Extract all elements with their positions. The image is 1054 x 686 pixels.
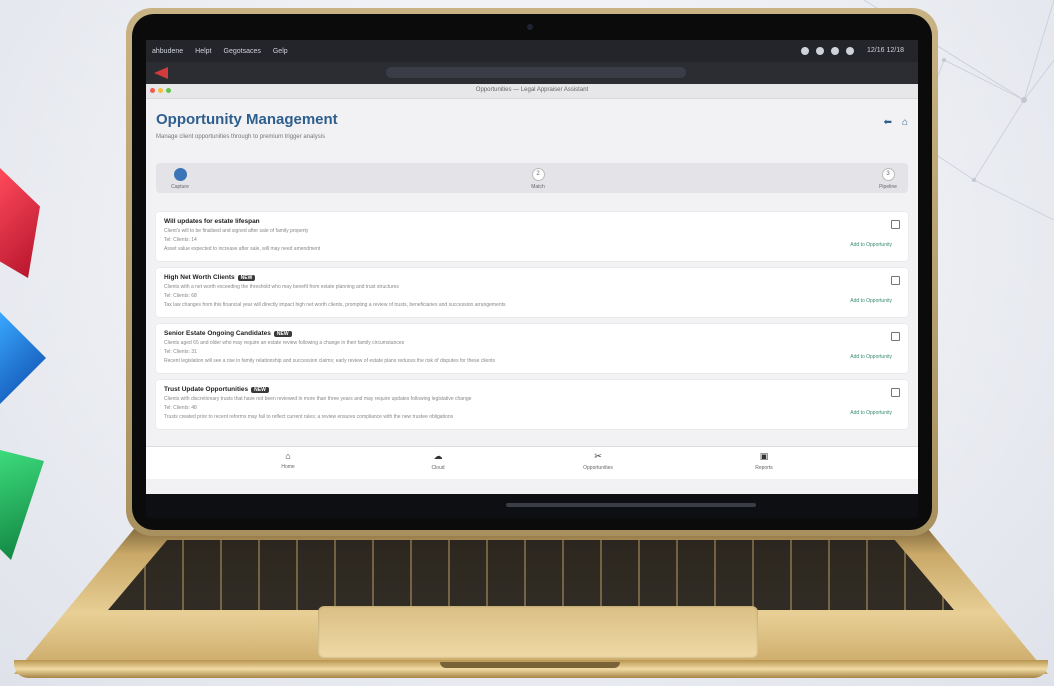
os-taskbar bbox=[146, 494, 918, 518]
step-pipeline[interactable]: 3 Pipeline bbox=[868, 168, 908, 190]
browser-toolbar bbox=[146, 62, 918, 84]
card-title: Senior Estate Ongoing Candidates bbox=[164, 330, 271, 337]
cloud-icon: ☁ bbox=[433, 451, 443, 461]
opportunity-card[interactable]: Will updates for estate lifespan Client'… bbox=[156, 212, 908, 261]
card-checkbox[interactable] bbox=[891, 332, 900, 341]
nav-opportunities[interactable]: ✂ Opportunities bbox=[568, 451, 628, 471]
step-indicator: 2 bbox=[531, 168, 545, 181]
volume-icon[interactable] bbox=[831, 47, 840, 55]
add-to-opportunity-link[interactable]: Add to Opportunity bbox=[850, 242, 892, 248]
taskbar-items[interactable] bbox=[506, 503, 756, 507]
nav-label: Opportunities bbox=[583, 465, 613, 471]
nav-home[interactable]: ⌂ Home bbox=[258, 451, 318, 470]
menu-item[interactable]: Gegotsaces bbox=[218, 48, 267, 55]
card-title: Trust Update Opportunities bbox=[164, 386, 249, 393]
new-badge: NEW bbox=[251, 386, 269, 393]
card-checkbox[interactable] bbox=[891, 220, 900, 229]
laptop-keyboard bbox=[108, 540, 954, 610]
window-title: Opportunities — Legal Appraiser Assistan… bbox=[475, 87, 589, 93]
address-bar[interactable] bbox=[386, 67, 686, 78]
page-header: Opportunity Management Manage client opp… bbox=[146, 99, 918, 155]
os-menubar: ahbudene Helpt Gegotsaces Gelp 12/16 12/… bbox=[146, 40, 918, 62]
card-description: Clients with a net worth exceeding the t… bbox=[164, 284, 399, 290]
app-logo-icon bbox=[154, 67, 168, 79]
bottom-navigation: ⌂ Home ☁ Cloud ✂ Opportunities ▣ Reports bbox=[146, 446, 918, 479]
card-description: Clients aged 65 and older who may requir… bbox=[164, 340, 405, 346]
red-shape-decoration bbox=[0, 168, 40, 278]
menu-item[interactable]: Helpt bbox=[189, 48, 217, 55]
card-title: High Net Worth Clients bbox=[164, 274, 235, 281]
card-description: Client's will to be finalised and signed… bbox=[164, 228, 309, 234]
step-match[interactable]: 2 Match bbox=[518, 168, 558, 190]
card-rationale: Trusts created prior to recent reforms m… bbox=[164, 414, 454, 420]
blue-shape-decoration bbox=[0, 312, 46, 404]
card-rationale: Asset value expected to increase after s… bbox=[164, 246, 321, 252]
clock: 12/16 12/18 bbox=[867, 47, 904, 54]
card-description: Clients with discretionary trusts that h… bbox=[164, 396, 472, 402]
page-title: Opportunity Management bbox=[156, 111, 338, 128]
nav-label: Cloud bbox=[431, 465, 445, 471]
add-to-opportunity-link[interactable]: Add to Opportunity bbox=[850, 410, 892, 416]
green-shape-decoration bbox=[0, 450, 44, 560]
status-icon[interactable] bbox=[816, 47, 825, 55]
new-badge: NEW bbox=[273, 330, 292, 337]
card-rationale: Recent legislation will see a rise in fa… bbox=[164, 358, 495, 364]
laptop-trackpad bbox=[318, 606, 758, 658]
step-capture[interactable]: Capture bbox=[160, 168, 200, 190]
nav-reports[interactable]: ▣ Reports bbox=[734, 451, 794, 471]
step-label: Pipeline bbox=[879, 184, 897, 190]
card-client-count: Tel: Clients: 68 bbox=[164, 293, 197, 299]
camera-icon bbox=[527, 24, 533, 30]
laptop-notch bbox=[440, 662, 620, 668]
report-icon: ▣ bbox=[759, 451, 769, 461]
nav-cloud[interactable]: ☁ Cloud bbox=[408, 451, 468, 471]
step-label: Capture bbox=[171, 184, 189, 190]
opportunity-card[interactable]: Senior Estate Ongoing Candidates NEW Clie… bbox=[156, 324, 908, 373]
system-tray: 12/16 12/18 bbox=[801, 47, 918, 55]
card-checkbox[interactable] bbox=[891, 388, 900, 397]
add-to-opportunity-link[interactable]: Add to Opportunity bbox=[850, 298, 892, 304]
back-icon[interactable]: ⬅ bbox=[884, 117, 892, 128]
step-indicator bbox=[173, 168, 187, 181]
add-to-opportunity-link[interactable]: Add to Opportunity bbox=[850, 354, 892, 360]
step-indicator: 3 bbox=[881, 168, 895, 181]
nav-label: Home bbox=[281, 464, 295, 470]
laptop-screen: ahbudene Helpt Gegotsaces Gelp 12/16 12/… bbox=[146, 40, 918, 518]
step-label: Match bbox=[531, 184, 545, 190]
card-client-count: Tel: Clients: 48 bbox=[164, 405, 197, 411]
progress-stepper: Capture 2 Match 3 Pipeline bbox=[156, 163, 908, 193]
card-client-count: Tel: Clients: 31 bbox=[164, 349, 197, 355]
share-icon: ✂ bbox=[594, 451, 602, 461]
opportunity-card[interactable]: Trust Update Opportunities NEW Clients wi… bbox=[156, 380, 908, 429]
window-titlebar: Opportunities — Legal Appraiser Assistan… bbox=[146, 84, 918, 99]
nav-label: Reports bbox=[755, 465, 773, 471]
card-checkbox[interactable] bbox=[891, 276, 900, 285]
card-title: Will updates for estate lifespan bbox=[164, 218, 260, 225]
home-icon[interactable]: ⌂ bbox=[902, 117, 908, 128]
cloud-icon[interactable] bbox=[801, 47, 810, 55]
card-client-count: Tel: Clients: 14 bbox=[164, 237, 197, 243]
header-actions: ⬅ ⌂ bbox=[884, 117, 908, 128]
menu-item[interactable]: Gelp bbox=[267, 48, 294, 55]
wifi-icon[interactable] bbox=[846, 47, 855, 55]
page-subtitle: Manage client opportunities through to p… bbox=[156, 134, 326, 140]
new-badge: NEW bbox=[237, 274, 256, 281]
opportunity-list: Will updates for estate lifespan Client'… bbox=[156, 212, 908, 436]
opportunity-card[interactable]: High Net Worth Clients NEW Clients with a… bbox=[156, 268, 908, 317]
menu-item[interactable]: ahbudene bbox=[146, 48, 189, 55]
home-icon: ⌂ bbox=[285, 451, 291, 461]
card-rationale: Tax law changes from this financial year… bbox=[164, 302, 506, 308]
